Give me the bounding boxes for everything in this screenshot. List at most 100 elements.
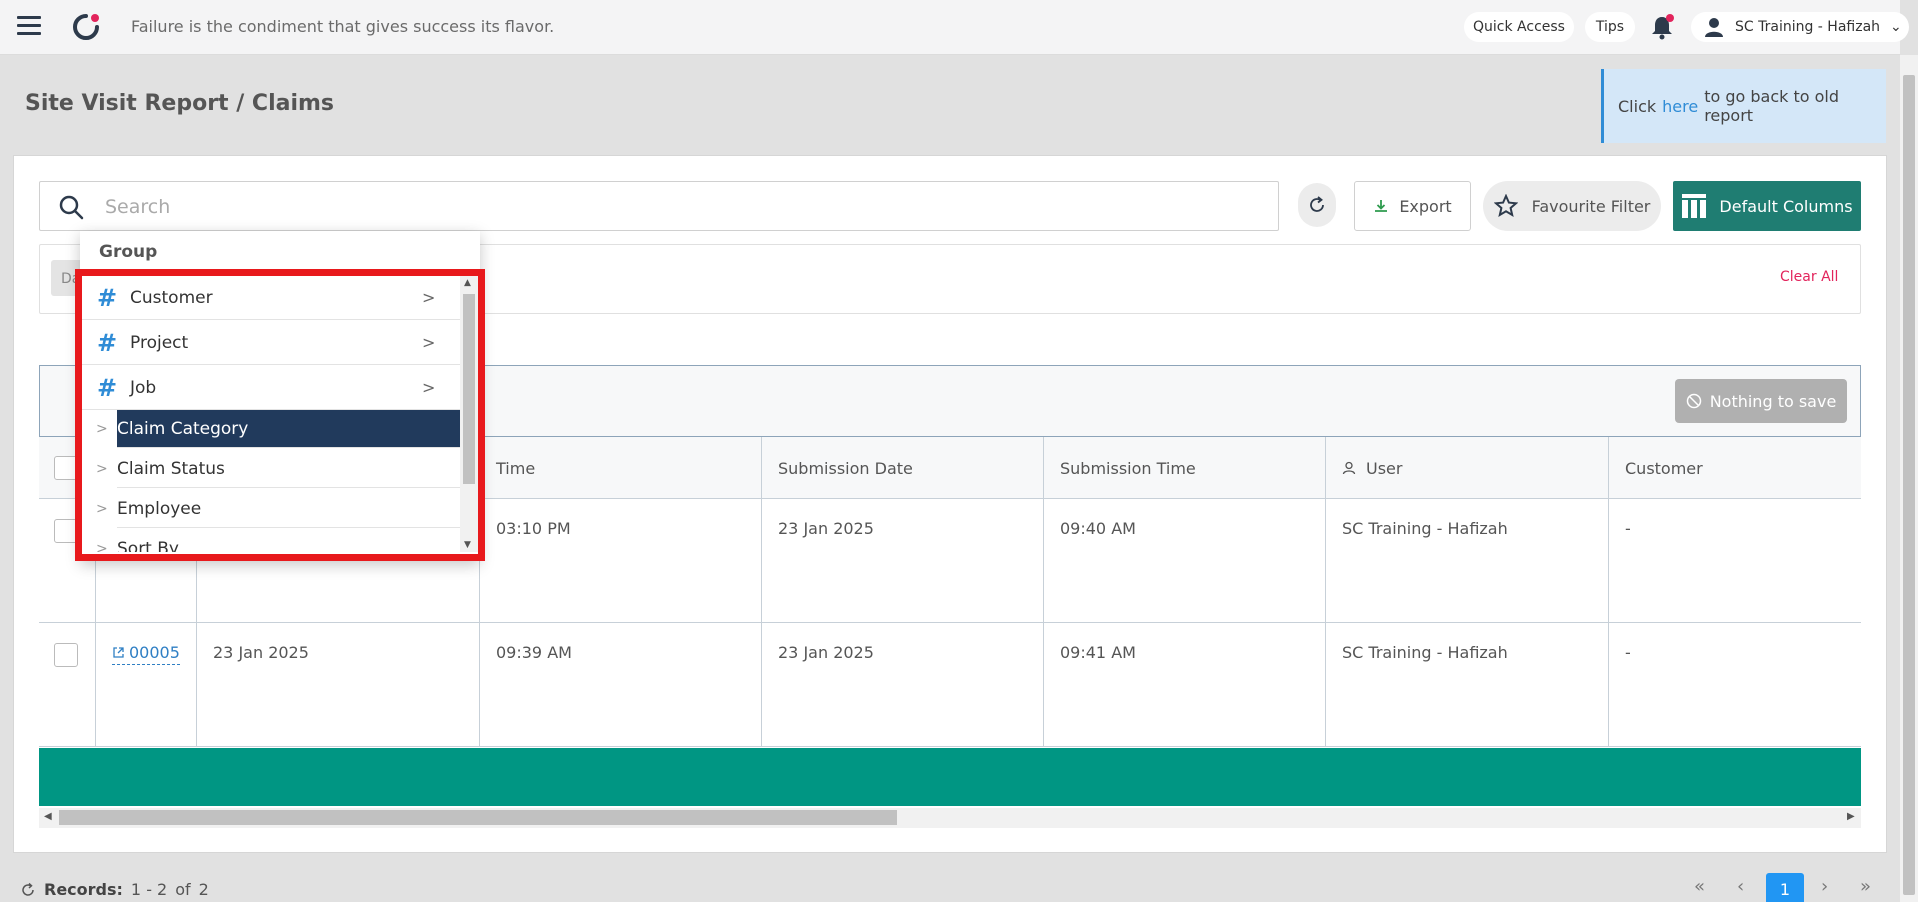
group-item-label: Claim Category [117, 410, 460, 448]
scroll-right-icon[interactable]: ▶ [1847, 811, 1855, 822]
chevron-right-icon: > [96, 501, 108, 517]
first-page-icon[interactable]: « [1694, 876, 1705, 897]
page-title: Site Visit Report / Claims [25, 91, 335, 116]
group-item-label: Employee [117, 490, 460, 528]
group-item-label: Project [130, 332, 189, 353]
cell-user: SC Training - Hafizah [1325, 499, 1608, 623]
header-time-label: Time [496, 458, 536, 478]
columns-icon [1682, 194, 1707, 218]
cell-user: SC Training - Hafizah [1325, 623, 1608, 747]
scroll-up-icon[interactable]: ▲ [464, 278, 471, 288]
header-submission-time-label: Submission Time [1060, 458, 1196, 478]
records-summary: Records: 1 - 2 of 2 [20, 880, 209, 899]
hash-icon: # [97, 328, 118, 357]
header-user[interactable]: User [1325, 437, 1608, 499]
scroll-thumb[interactable] [59, 810, 897, 825]
group-item-label: Sort By [117, 530, 460, 553]
star-icon [1493, 194, 1518, 218]
hash-icon: # [97, 373, 118, 402]
export-label: Export [1399, 196, 1452, 216]
page-scrollbar[interactable] [1900, 55, 1918, 902]
old-report-prefix: Click [1618, 96, 1657, 116]
cell-submission-date: 23 Jan 2025 [761, 499, 1043, 623]
header-submission-time[interactable]: Submission Time [1043, 437, 1325, 499]
favourite-filter-label: Favourite Filter [1531, 196, 1651, 216]
old-report-banner: Click here to go back to old report [1601, 69, 1886, 143]
scroll-down-icon[interactable]: ▼ [464, 540, 471, 550]
header-submission-date-label: Submission Date [778, 458, 913, 478]
scroll-thumb[interactable] [463, 294, 475, 484]
hamburger-menu-icon[interactable] [17, 16, 41, 36]
group-item-job[interactable]: # Job > [82, 366, 460, 410]
cell-customer: - [1608, 499, 1861, 623]
cell-time: 09:39 AM [479, 623, 761, 747]
previous-page-icon[interactable]: ‹ [1737, 876, 1744, 897]
old-report-link[interactable]: here [1662, 97, 1698, 116]
default-columns-button[interactable]: Default Columns [1673, 181, 1861, 231]
cell-submission-time: 09:40 AM [1043, 499, 1325, 623]
user-icon [1342, 461, 1356, 475]
chevron-right-icon: > [96, 541, 108, 552]
clear-all-link[interactable]: Clear All [1780, 269, 1838, 285]
top-bar: Failure is the condiment that gives succ… [0, 0, 1909, 55]
notification-bell-icon[interactable] [1648, 13, 1676, 41]
export-button[interactable]: Export [1354, 181, 1471, 231]
old-report-suffix: to go back to old report [1704, 87, 1840, 125]
nothing-to-save-label: Nothing to save [1709, 391, 1837, 411]
current-page-button[interactable]: 1 [1766, 873, 1804, 902]
group-list-scrollbar[interactable]: ▲ ▼ [460, 276, 478, 552]
chevron-right-icon: > [96, 461, 108, 477]
hash-icon: # [97, 283, 118, 312]
header-user-label: User [1366, 458, 1403, 478]
group-item-customer[interactable]: # Customer > [82, 276, 460, 320]
chevron-down-icon: ⌄ [1890, 19, 1902, 35]
quick-access-button[interactable]: Quick Access [1464, 12, 1574, 42]
records-range: 1 - 2 [130, 880, 168, 899]
nothing-to-save-button: Nothing to save [1675, 379, 1847, 423]
table-horizontal-scrollbar[interactable]: ◀ ▶ [39, 808, 1861, 828]
table-footer-bar [39, 748, 1861, 806]
header-customer[interactable]: Customer [1608, 437, 1861, 499]
user-menu[interactable]: SC Training - Hafizah ⌄ [1691, 12, 1909, 42]
external-link-icon [113, 647, 124, 658]
cell-submission-date: 23 Jan 2025 [761, 623, 1043, 747]
records-label: Records: [44, 880, 123, 899]
cell-date: 23 Jan 2025 [196, 623, 479, 747]
ban-icon [1686, 393, 1701, 409]
favourite-filter-button[interactable]: Favourite Filter [1483, 181, 1661, 231]
scroll-left-icon[interactable]: ◀ [44, 811, 52, 822]
last-page-icon[interactable]: » [1860, 876, 1871, 897]
group-item-claim-category[interactable]: > Claim Category [82, 409, 460, 449]
chevron-right-icon: > [422, 333, 436, 352]
row-checkbox[interactable] [54, 643, 78, 667]
refresh-icon [1310, 196, 1324, 212]
default-columns-label: Default Columns [1719, 196, 1853, 216]
record-link[interactable]: 00005 [112, 643, 180, 665]
header-customer-label: Customer [1625, 458, 1703, 478]
group-item-project[interactable]: # Project > [82, 321, 460, 365]
group-list: # Customer > # Project > # Job > > Claim… [82, 276, 460, 552]
group-item-label: Claim Status [117, 450, 460, 488]
group-item-label: Customer [130, 287, 213, 308]
motivational-quote: Failure is the condiment that gives succ… [131, 17, 555, 36]
tips-button[interactable]: Tips [1585, 12, 1635, 42]
cell-id: 00005 [95, 623, 196, 747]
cell-time: 03:10 PM [479, 499, 761, 623]
header-time[interactable]: Time [479, 437, 761, 499]
table-row[interactable]: 00005 23 Jan 2025 09:39 AM 23 Jan 2025 0… [39, 623, 1861, 747]
group-item-label: Job [130, 377, 157, 398]
chevron-right-icon: > [96, 421, 108, 437]
refresh-icon[interactable] [20, 882, 36, 898]
group-item-sort-by[interactable]: > Sort By [82, 529, 460, 553]
group-item-claim-status[interactable]: > Claim Status [82, 449, 460, 489]
search-box [39, 181, 1279, 231]
next-page-icon[interactable]: › [1821, 876, 1828, 897]
group-item-employee[interactable]: > Employee [82, 489, 460, 529]
company-logo[interactable] [71, 12, 101, 42]
records-of: of [175, 880, 191, 899]
search-input[interactable] [105, 192, 1265, 222]
record-id: 00005 [129, 643, 180, 662]
chevron-right-icon: > [422, 288, 436, 307]
refresh-button[interactable] [1298, 183, 1336, 227]
header-submission-date[interactable]: Submission Date [761, 437, 1043, 499]
